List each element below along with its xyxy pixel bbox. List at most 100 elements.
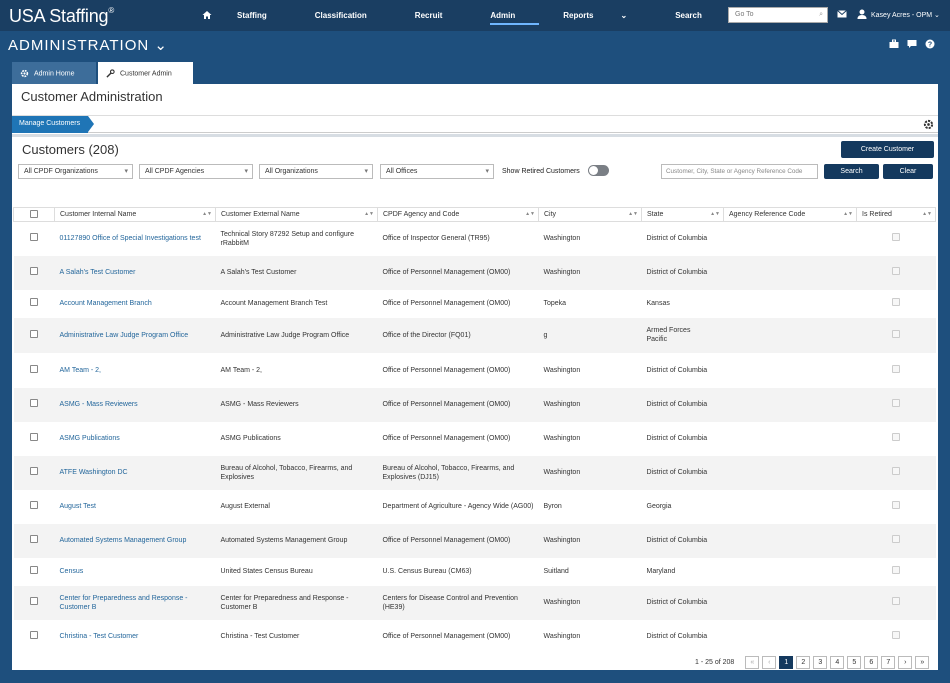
mail-icon[interactable] (837, 10, 847, 18)
col-is-retired[interactable]: Is Retired ▲▼ (856, 207, 936, 222)
city: Washington (543, 469, 581, 476)
clear-button[interactable]: Clear (883, 164, 933, 179)
customer-link[interactable]: Automated Systems Management Group (60, 537, 187, 544)
is-retired-checkbox (892, 631, 900, 639)
row-checkbox[interactable] (30, 298, 38, 306)
section-title[interactable]: ADMINISTRATION ⌄ (8, 36, 168, 54)
cpdf-agencies-select[interactable]: All CPDF Agencies (139, 164, 253, 179)
comment-icon[interactable] (907, 39, 917, 49)
col-label: Is Retired (862, 211, 892, 218)
cpdf-agency: Office of Personnel Management (OM00) (382, 435, 511, 442)
row-checkbox[interactable] (30, 399, 38, 407)
page-6-button[interactable]: 6 (864, 656, 879, 669)
col-internal-name[interactable]: Customer Internal Name ▲▼ (54, 207, 216, 222)
col-label: Customer Internal Name (60, 211, 137, 218)
customer-link[interactable]: Account Management Branch (60, 300, 152, 307)
nav-label: Staffing (237, 11, 267, 20)
customer-link[interactable]: Christina - Test Customer (60, 633, 139, 640)
nav-item-search[interactable]: Search (675, 11, 726, 20)
page-2-button[interactable]: 2 (796, 656, 811, 669)
main-nav: Staffing Classification Recruit Admin Report… (237, 11, 750, 25)
col-agency-reference-code[interactable]: Agency Reference Code ▲▼ (723, 207, 857, 222)
state: District of Columbia (646, 269, 708, 276)
search-button[interactable]: Search (824, 164, 879, 179)
page-3-button[interactable]: 3 (813, 656, 828, 669)
cpdf-agency: Office of the Director (FQ01) (382, 331, 471, 339)
is-retired-checkbox (892, 433, 900, 441)
row-checkbox[interactable] (30, 535, 38, 543)
customer-link[interactable]: ATFE Washington DC (60, 469, 128, 476)
row-checkbox[interactable] (30, 364, 38, 373)
nav-item-staffing[interactable]: Staffing (237, 11, 291, 20)
nav-label: Admin (490, 11, 516, 20)
city: Topeka (543, 300, 567, 307)
col-cpdf-agency[interactable]: CPDF Agency and Code ▲▼ (377, 207, 539, 222)
page-4-button[interactable]: 4 (830, 656, 845, 669)
select-all-header (13, 207, 55, 222)
first-page-button[interactable]: « (745, 656, 760, 669)
nav-item-recruit[interactable]: Recruit (415, 11, 467, 20)
city: g (543, 331, 548, 339)
show-retired-toggle[interactable] (588, 165, 609, 176)
svg-text:?: ? (928, 42, 932, 49)
sort-icon: ▲▼ (710, 211, 720, 217)
prev-page-button[interactable]: ‹ (762, 656, 777, 669)
briefcase-icon[interactable] (889, 39, 899, 49)
nav-label: Classification (314, 11, 367, 20)
select-all-checkbox[interactable] (30, 209, 38, 218)
customer-link[interactable]: ASMG Publications (60, 435, 120, 442)
customer-link[interactable]: Center for Preparedness and Response - C… (60, 595, 188, 611)
customer-search-input[interactable]: Customer, City, State or Agency Referenc… (661, 164, 818, 179)
row-checkbox[interactable] (30, 597, 38, 605)
table-row: AM Team - 2, AM Team - 2, Office of Person… (13, 352, 936, 388)
organizations-select[interactable]: All Organizations (259, 164, 373, 179)
row-checkbox[interactable] (30, 566, 38, 574)
customer-link[interactable]: August Test (60, 503, 96, 510)
tab-customer-admin[interactable]: Customer Admin (98, 62, 193, 85)
table-row: Administrative Law Judge Program Office A… (13, 317, 936, 353)
customers-panel: Customers (208) Create Customer All CPDF… (12, 134, 938, 670)
customer-link[interactable]: 01127890 Office of Special Investigation… (60, 235, 201, 242)
goto-input[interactable]: Go To ⌕ (728, 7, 828, 23)
tab-admin-home[interactable]: Admin Home (12, 62, 96, 85)
page-1-button[interactable]: 1 (779, 656, 794, 669)
customer-link[interactable]: Census (60, 568, 84, 575)
customer-link[interactable]: A Salah's Test Customer (60, 269, 136, 276)
create-customer-button[interactable]: Create Customer (841, 141, 934, 158)
row-checkbox[interactable] (30, 501, 38, 509)
nav-item-classification[interactable]: Classification (315, 11, 391, 20)
row-checkbox[interactable] (30, 433, 38, 441)
col-external-name[interactable]: Customer External Name ▲▼ (215, 207, 378, 222)
user-menu[interactable]: Kasey Acres - OPM ⌄ (871, 11, 940, 19)
next-page-button[interactable]: › (898, 656, 913, 669)
row-checkbox[interactable] (30, 267, 38, 275)
col-city[interactable]: City ▲▼ (538, 207, 642, 222)
cpdf-organizations-select[interactable]: All CPDF Organizations (18, 164, 133, 179)
state: District of Columbia (646, 537, 708, 544)
row-checkbox[interactable] (30, 467, 38, 475)
row-checkbox[interactable] (30, 329, 38, 338)
settings-gear-icon[interactable] (923, 119, 934, 130)
home-icon[interactable] (202, 10, 212, 20)
sort-icon: ▲▼ (364, 211, 374, 217)
customer-link[interactable]: Administrative Law Judge Program Office (60, 332, 189, 339)
breadcrumb-manage-customers[interactable]: Manage Customers (12, 116, 94, 133)
help-icon[interactable]: ? (925, 39, 935, 49)
nav-item-reports[interactable]: Reports ⌄ (563, 11, 651, 20)
is-retired-checkbox (892, 329, 900, 338)
sort-icon: ▲▼ (628, 211, 638, 217)
customer-link[interactable]: AM Team - 2, (60, 367, 102, 374)
city: Washington (543, 366, 581, 374)
external-name: Bureau of Alcohol, Tobacco, Firearms, an… (220, 464, 353, 481)
row-checkbox[interactable] (30, 631, 38, 639)
app-logo[interactable]: USA Staffing® (9, 6, 114, 27)
page-7-button[interactable]: 7 (881, 656, 896, 669)
customer-link[interactable]: ASMG - Mass Reviewers (60, 401, 138, 408)
row-checkbox[interactable] (30, 233, 38, 242)
offices-select[interactable]: All Offices (380, 164, 494, 179)
nav-item-admin[interactable]: Admin (490, 11, 540, 25)
main-content: Customer Administration Manage Customers… (12, 84, 938, 670)
page-5-button[interactable]: 5 (847, 656, 862, 669)
col-state[interactable]: State ▲▼ (641, 207, 724, 222)
last-page-button[interactable]: » (915, 656, 930, 669)
